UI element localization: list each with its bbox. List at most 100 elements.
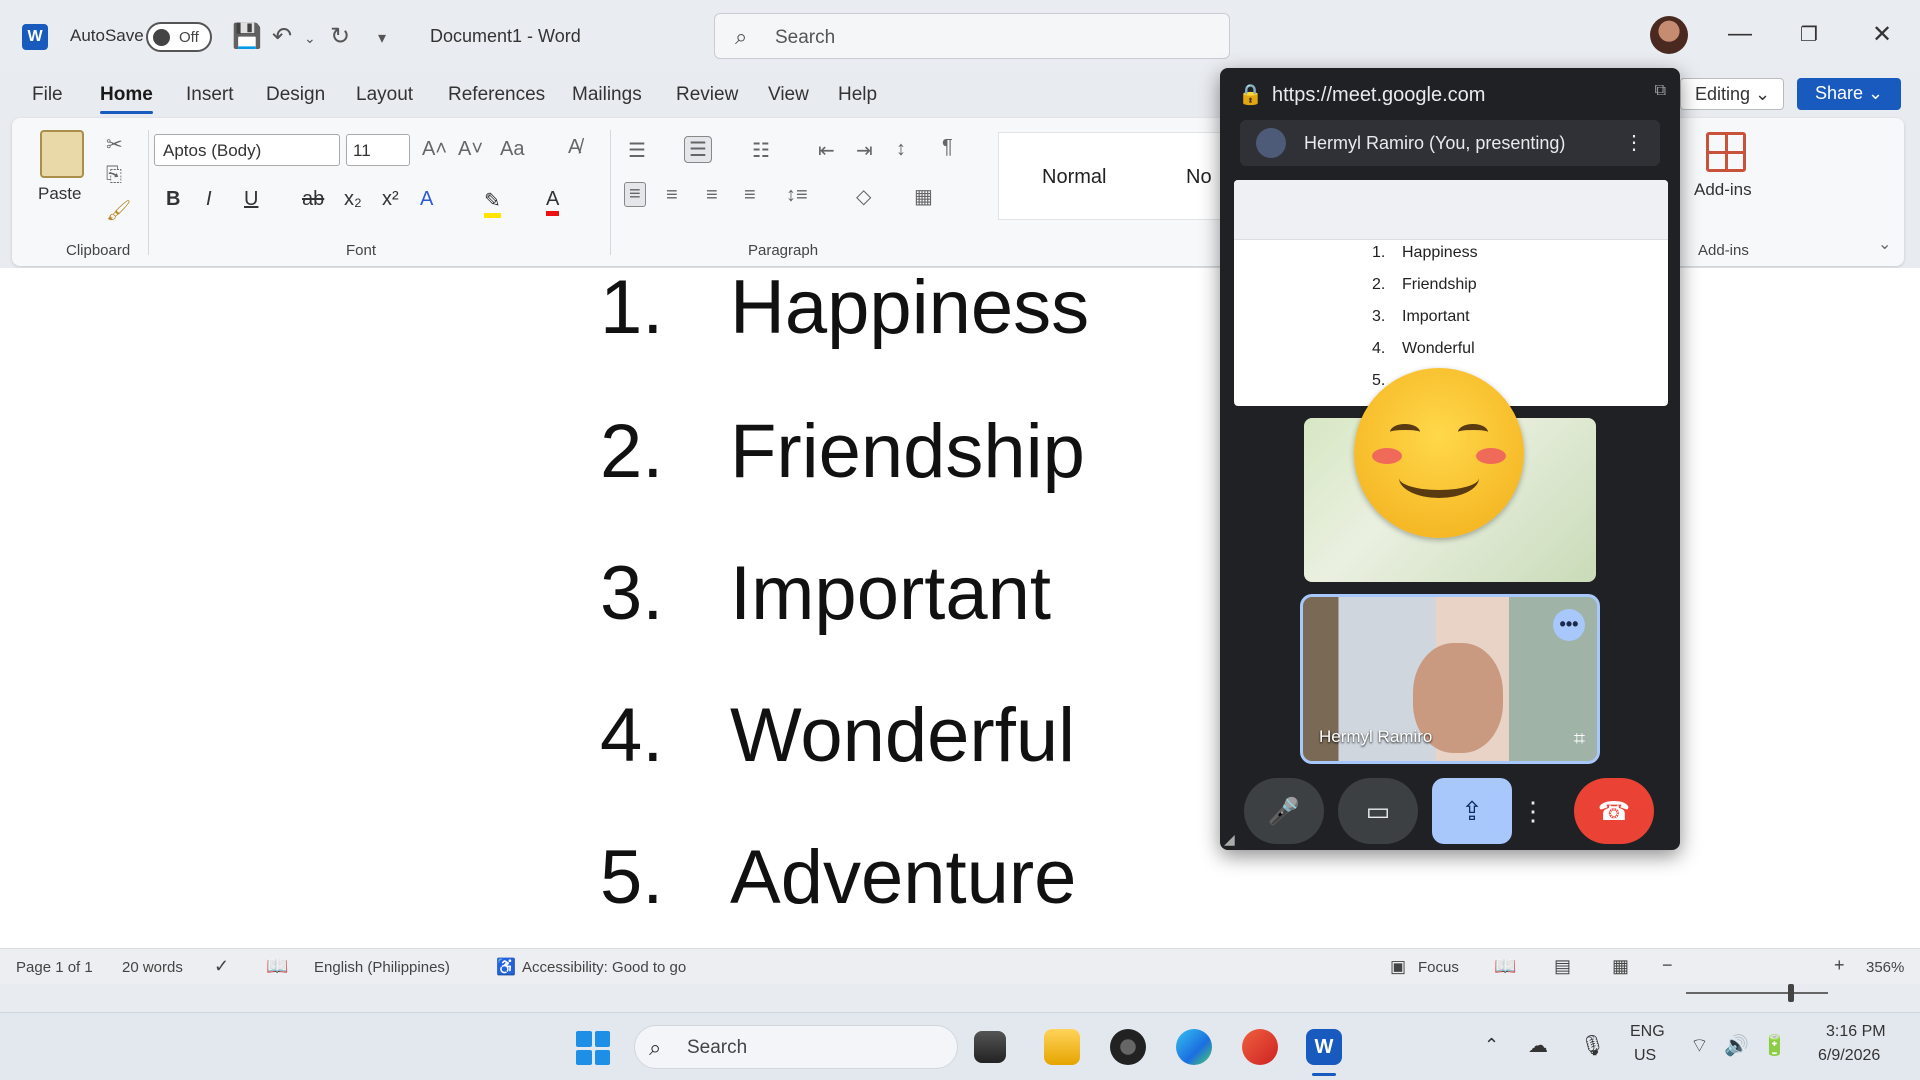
autosave-toggle[interactable]: Off [146, 22, 212, 52]
present-screen-button[interactable]: ⇪ [1432, 778, 1512, 844]
subscript-icon[interactable]: x₂ [344, 188, 362, 211]
underline-icon[interactable]: U [244, 188, 258, 211]
clear-formatting-icon[interactable]: A̸ [568, 136, 581, 159]
multilevel-list-icon[interactable]: ☷ [752, 138, 770, 163]
editing-mode-button[interactable]: Editing ⌄ [1680, 78, 1784, 110]
font-color-icon[interactable]: A [546, 188, 560, 216]
file-explorer-icon[interactable] [1044, 1029, 1080, 1065]
minimize-icon[interactable]: — [1728, 20, 1752, 48]
font-size-select[interactable]: 11 [346, 134, 410, 166]
user-avatar[interactable] [1650, 16, 1688, 54]
tab-design[interactable]: Design [266, 84, 325, 106]
start-button[interactable] [576, 1031, 610, 1065]
language-indicator-bottom[interactable]: US [1634, 1047, 1656, 1065]
shrink-font-icon[interactable]: A˅ [458, 138, 483, 161]
tab-file[interactable]: File [32, 84, 63, 106]
web-layout-icon[interactable]: ▦ [1612, 956, 1629, 977]
undo-dropdown-icon[interactable]: ⌄ [304, 30, 316, 47]
superscript-icon[interactable]: x² [382, 188, 399, 211]
bullets-icon[interactable]: ☰ [628, 138, 646, 163]
focus-button[interactable]: Focus [1418, 959, 1459, 976]
italic-icon[interactable]: I [206, 188, 212, 211]
microphone-tray-icon[interactable]: 🎙 [1580, 1033, 1605, 1058]
chevron-up-icon[interactable]: ⌃ [1484, 1035, 1499, 1056]
align-left-icon[interactable]: ≡ [624, 182, 646, 207]
shading-icon[interactable]: ◇ [856, 184, 871, 209]
self-view-tile[interactable]: ••• Hermyl Ramiro ⌗ [1300, 594, 1600, 764]
addins-button-label[interactable]: Add-ins [1694, 180, 1752, 200]
change-case-icon[interactable]: Aa [500, 138, 524, 161]
back-to-tab-icon[interactable]: ⧉ [1655, 82, 1666, 100]
copy-icon[interactable]: ⎘ [106, 164, 122, 187]
borders-icon[interactable]: ▦ [914, 184, 933, 209]
search-input[interactable]: ⌕ Search [714, 13, 1230, 59]
tab-view[interactable]: View [768, 84, 809, 106]
resize-handle-icon[interactable]: ◢ [1224, 831, 1235, 848]
tab-references[interactable]: References [448, 84, 545, 106]
task-view-icon[interactable] [974, 1031, 1006, 1063]
meet-window[interactable]: 🔒 https://meet.google.com ⧉ Hermyl Ramir… [1220, 68, 1680, 850]
strikethrough-icon[interactable]: ab [302, 188, 324, 211]
volume-icon[interactable]: 🔊 [1724, 1033, 1749, 1058]
crop-icon[interactable]: ⌗ [1574, 728, 1585, 751]
customize-toolbar-icon[interactable]: ▾ [378, 28, 386, 48]
language-status[interactable]: English (Philippines) [314, 959, 450, 976]
taskbar-search[interactable]: ⌕ Search [634, 1025, 958, 1069]
font-name-select[interactable]: Aptos (Body) [154, 134, 340, 166]
decrease-indent-icon[interactable]: ⇤ [818, 138, 835, 163]
powerpoint-icon[interactable] [1242, 1029, 1278, 1065]
language-indicator-top[interactable]: ENG [1630, 1023, 1665, 1041]
format-painter-icon[interactable]: 🖌 [106, 198, 131, 223]
battery-icon[interactable]: 🔋 [1762, 1033, 1787, 1058]
read-mode-icon[interactable]: 📖 [1494, 956, 1516, 977]
microphone-button[interactable]: 🎤 [1244, 778, 1324, 844]
word-taskbar-icon[interactable]: W [1306, 1029, 1342, 1065]
share-button[interactable]: Share ⌄ [1797, 78, 1901, 110]
save-icon[interactable]: 💾 [232, 22, 262, 51]
camera-button[interactable]: ▭ [1338, 778, 1418, 844]
paste-label[interactable]: Paste [38, 184, 81, 204]
proofing-icon[interactable]: ✓ [214, 956, 229, 977]
show-formatting-icon[interactable]: ¶ [942, 136, 953, 159]
style-no-spacing[interactable]: No [1186, 166, 1212, 189]
numbering-icon[interactable]: ☰ [684, 136, 712, 163]
tab-layout[interactable]: Layout [356, 84, 413, 106]
increase-indent-icon[interactable]: ⇥ [856, 138, 873, 163]
style-normal[interactable]: Normal [1042, 166, 1106, 189]
page-count[interactable]: Page 1 of 1 [16, 959, 93, 976]
align-right-icon[interactable]: ≡ [706, 184, 718, 207]
zoom-slider[interactable] [1686, 984, 1828, 1002]
print-layout-icon[interactable]: ▤ [1554, 956, 1571, 977]
justify-icon[interactable]: ≡ [744, 184, 756, 207]
onedrive-icon[interactable]: ☁ [1528, 1033, 1548, 1058]
tile-more-icon[interactable]: ••• [1553, 609, 1585, 641]
text-effects-icon[interactable]: A [420, 188, 433, 211]
tab-mailings[interactable]: Mailings [572, 84, 642, 106]
word-count[interactable]: 20 words [122, 959, 183, 976]
tab-review[interactable]: Review [676, 84, 738, 106]
dictionary-icon[interactable]: 📖 [266, 956, 288, 977]
collapse-ribbon-icon[interactable]: ⌄ [1878, 234, 1891, 254]
tab-help[interactable]: Help [838, 84, 877, 106]
cut-icon[interactable]: ✂ [106, 132, 123, 157]
redo-icon[interactable]: ↻ [330, 22, 350, 51]
more-controls-button[interactable]: ⋮ [1520, 778, 1546, 844]
line-spacing-icon[interactable]: ↕≡ [786, 184, 808, 207]
clock-time[interactable]: 3:16 PM [1826, 1023, 1886, 1041]
tab-home[interactable]: Home [100, 84, 153, 114]
bold-icon[interactable]: B [166, 188, 180, 211]
obs-icon[interactable] [1110, 1029, 1146, 1065]
highlight-color-icon[interactable]: ✎ [484, 188, 501, 218]
wifi-icon[interactable]: ⌔ [1690, 1033, 1709, 1058]
zoom-slider-thumb[interactable] [1788, 984, 1794, 1002]
undo-icon[interactable]: ↶ [272, 22, 292, 51]
paste-icon[interactable] [40, 130, 84, 178]
zoom-level[interactable]: 356% [1866, 959, 1904, 976]
align-center-icon[interactable]: ≡ [666, 184, 678, 207]
zoom-out-icon[interactable]: − [1662, 955, 1673, 976]
accessibility-status[interactable]: Accessibility: Good to go [522, 959, 686, 976]
close-icon[interactable]: ✕ [1872, 20, 1892, 49]
edge-icon[interactable] [1176, 1029, 1212, 1065]
zoom-in-icon[interactable]: + [1834, 955, 1845, 976]
more-options-icon[interactable]: ⋮ [1624, 130, 1644, 155]
